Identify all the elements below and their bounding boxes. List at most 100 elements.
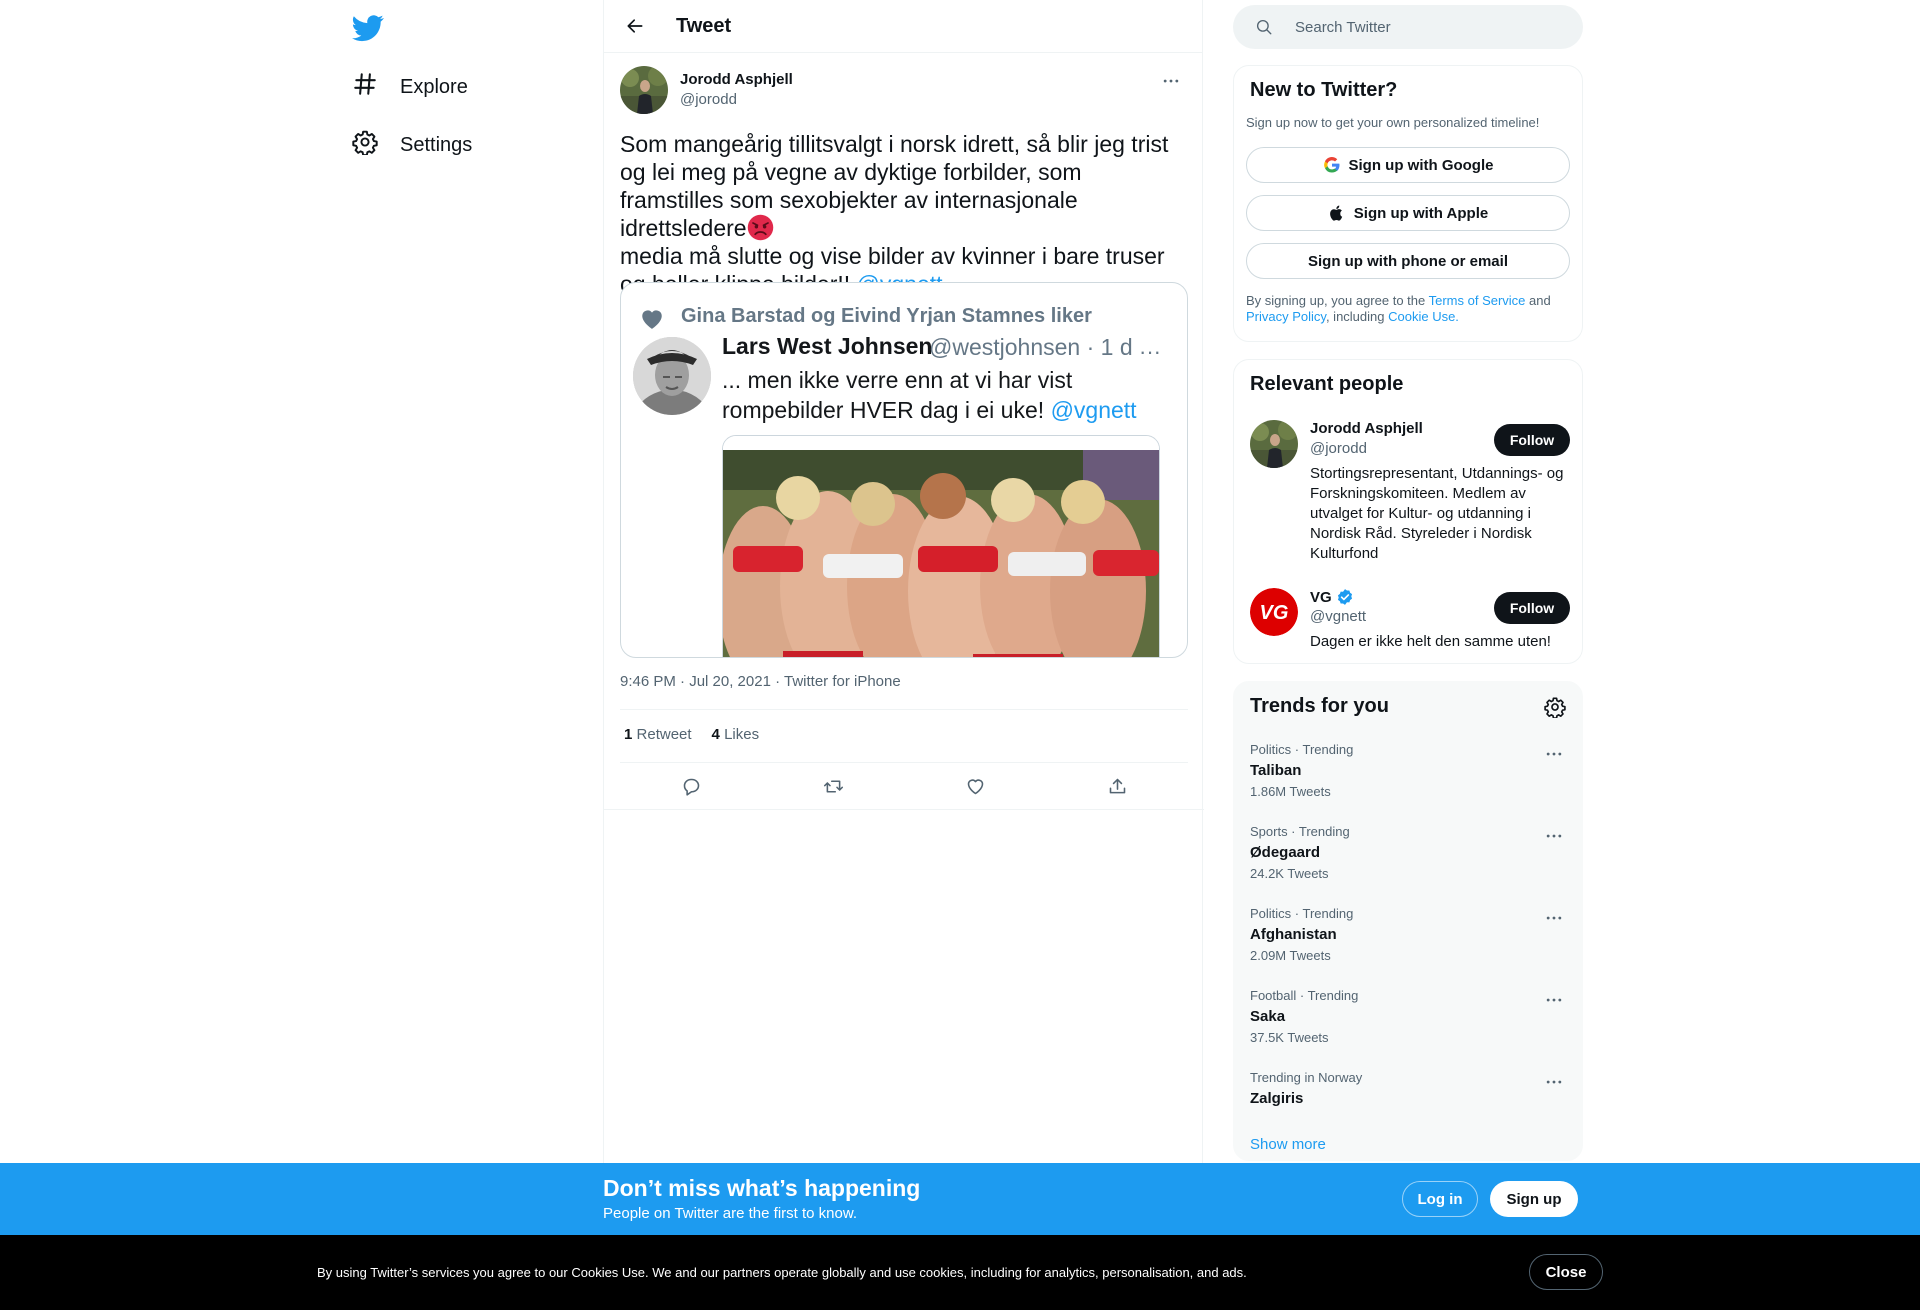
more-dots-icon xyxy=(1546,916,1562,920)
retweet-count: 1 xyxy=(624,726,633,743)
embedded-liked-text: Gina Barstad og Eivind Yrjan Stamnes lik… xyxy=(681,305,1092,327)
person-item[interactable]: Jorodd Asphjell @jorodd Stortingsreprese… xyxy=(1250,420,1570,570)
more-dots-icon xyxy=(1546,752,1562,756)
search-bar[interactable] xyxy=(1233,5,1583,49)
signup-card-title: New to Twitter? xyxy=(1250,79,1398,101)
signup-phone-label: Sign up with phone or email xyxy=(1307,252,1508,270)
apple-icon xyxy=(1329,205,1342,221)
reply-icon xyxy=(683,778,699,796)
vg-logo-avatar[interactable]: VG xyxy=(1250,588,1298,636)
author-avatar[interactable] xyxy=(620,66,668,114)
trend-context: Politics · Trending xyxy=(1250,906,1354,921)
follow-button[interactable]: Follow xyxy=(1494,592,1570,624)
legal-text-2: and xyxy=(1525,293,1551,308)
trend-context: Trending in Norway xyxy=(1250,1070,1363,1085)
reply-button[interactable] xyxy=(674,769,708,803)
trend-count: 2.09M Tweets xyxy=(1250,948,1331,963)
person-handle: @jorodd xyxy=(1310,440,1367,457)
signup-banner-sub: People on Twitter are the first to know. xyxy=(603,1205,858,1222)
trend-name: Ødegaard xyxy=(1250,844,1321,861)
author-handle[interactable]: @jorodd xyxy=(680,90,793,110)
trend-item[interactable]: Politics · Trending Taliban 1.86M Tweets xyxy=(1234,742,1582,824)
angry-face-emoji-icon xyxy=(747,214,774,241)
nav-settings-label: Settings xyxy=(400,133,473,156)
tweet-timestamp[interactable]: 9:46 PM · Jul 20, 2021 · Twitter for iPh… xyxy=(620,673,901,690)
tweet-more-button[interactable] xyxy=(1156,66,1186,96)
tweet-stats: 1 Retweet 4 Likes xyxy=(624,726,759,743)
gear-icon xyxy=(1544,697,1566,719)
likes-stat[interactable]: 4 Likes xyxy=(712,726,760,743)
retweet-stat[interactable]: 1 Retweet xyxy=(624,726,692,743)
privacy-link[interactable]: Privacy Policy xyxy=(1246,309,1326,324)
relevant-people-card: Relevant people Jorodd Asphjell @jorodd … xyxy=(1233,359,1583,664)
embedded-name: Lars West Johnsen xyxy=(722,333,933,359)
like-button[interactable] xyxy=(958,769,992,803)
trend-item[interactable]: Politics · Trending Afghanistan 2.09M Tw… xyxy=(1234,906,1582,988)
trend-name: Taliban xyxy=(1250,762,1302,779)
search-input[interactable] xyxy=(1295,18,1555,36)
trend-more-button[interactable] xyxy=(1542,744,1566,764)
trend-count: 37.5K Tweets xyxy=(1250,1030,1329,1045)
more-dots-icon xyxy=(1163,79,1179,83)
embedded-mention: @vgnett xyxy=(1050,397,1137,423)
nav-explore-label: Explore xyxy=(400,75,468,98)
nav-explore[interactable]: Explore xyxy=(352,62,468,112)
trend-context: Sports · Trending xyxy=(1250,824,1350,839)
tweet-text: Som mangeårig tillitsvalgt i norsk idret… xyxy=(620,130,1190,298)
likes-count: 4 xyxy=(711,726,720,743)
retweet-label: Retweet xyxy=(636,726,692,743)
trend-more-button[interactable] xyxy=(1542,1072,1566,1092)
show-more-link[interactable]: Show more xyxy=(1250,1136,1326,1153)
signup-google-button[interactable]: Sign up with Google xyxy=(1246,147,1570,183)
retweet-icon xyxy=(823,779,843,793)
trend-count: 24.2K Tweets xyxy=(1250,866,1329,881)
trend-more-button[interactable] xyxy=(1542,826,1566,846)
trend-more-button[interactable] xyxy=(1542,990,1566,1010)
embedded-text-body: ... men ikke verre enn at vi har vist ro… xyxy=(722,367,1073,423)
trends-title: Trends for you xyxy=(1250,695,1389,717)
new-to-twitter-card: New to Twitter? Sign up now to get your … xyxy=(1233,65,1583,342)
person-item[interactable]: VG VG @vgnett Dagen er ikke helt den sam… xyxy=(1250,588,1570,650)
more-dots-icon xyxy=(1546,998,1562,1002)
vg-logo-text: VG xyxy=(1260,602,1289,624)
back-button[interactable] xyxy=(618,9,652,43)
legal-text-1: By signing up, you agree to the xyxy=(1246,293,1429,308)
person-name[interactable]: Jorodd Asphjell xyxy=(1310,420,1423,437)
signup-button[interactable]: Sign up xyxy=(1490,1181,1578,1217)
page-title: Tweet xyxy=(676,14,732,37)
person-name[interactable]: VG xyxy=(1310,588,1354,606)
login-button[interactable]: Log in xyxy=(1402,1181,1478,1217)
cookie-text: By using Twitter’s services you agree to… xyxy=(317,1265,1247,1280)
trend-item[interactable]: Football · Trending Saka 37.5K Tweets xyxy=(1234,988,1582,1070)
share-button[interactable] xyxy=(1100,769,1134,803)
embedded-avatar xyxy=(633,337,711,415)
signup-google-label: Sign up with Google xyxy=(1348,156,1494,174)
search-icon xyxy=(1256,19,1272,35)
divider xyxy=(604,809,1204,810)
embedded-more-dots: ··· xyxy=(1139,339,1161,364)
signup-phone-button[interactable]: Sign up with phone or email xyxy=(1246,243,1570,279)
twitter-logo-icon[interactable] xyxy=(352,12,384,44)
follow-button[interactable]: Follow xyxy=(1494,424,1570,456)
relevant-people-title: Relevant people xyxy=(1250,373,1404,395)
trend-more-button[interactable] xyxy=(1542,908,1566,928)
trend-item[interactable]: Sports · Trending Ødegaard 24.2K Tweets xyxy=(1234,824,1582,906)
trend-context: Politics · Trending xyxy=(1250,742,1354,757)
signup-banner: Don’t miss what’s happening People on Tw… xyxy=(0,1163,1920,1235)
author-name[interactable]: Jorodd Asphjell xyxy=(680,70,793,90)
person-avatar[interactable] xyxy=(1250,420,1298,468)
more-dots-icon xyxy=(1546,834,1562,838)
close-button[interactable]: Close xyxy=(1529,1254,1603,1290)
cookie-link[interactable]: Cookie Use. xyxy=(1388,309,1459,324)
signup-apple-button[interactable]: Sign up with Apple xyxy=(1246,195,1570,231)
tweet-media-screenshot[interactable]: Gina Barstad og Eivind Yrjan Stamnes lik… xyxy=(620,282,1188,658)
nav-settings[interactable]: Settings xyxy=(352,120,472,170)
trend-name: Saka xyxy=(1250,1008,1286,1025)
embedded-liked-line: Gina Barstad og Eivind Yrjan Stamnes lik… xyxy=(642,305,1092,329)
embedded-text: ... men ikke verre enn at vi har vist ro… xyxy=(722,365,1162,425)
terms-link[interactable]: Terms of Service xyxy=(1429,293,1526,308)
trend-item[interactable]: Trending in Norway Zalgiris xyxy=(1234,1070,1582,1120)
trends-settings-button[interactable] xyxy=(1544,696,1566,719)
likes-label: Likes xyxy=(724,726,760,743)
retweet-button[interactable] xyxy=(816,769,850,803)
